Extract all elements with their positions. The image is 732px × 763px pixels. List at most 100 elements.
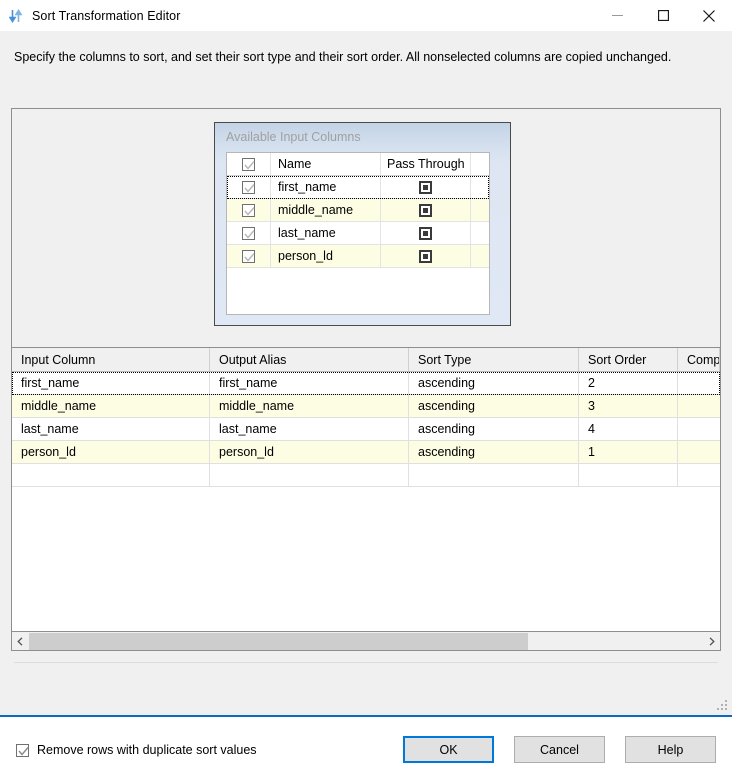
select-all-checkbox[interactable] [242, 157, 255, 171]
header-output-alias[interactable]: Output Alias [210, 348, 409, 371]
row-checkbox[interactable] [242, 226, 255, 240]
checkmark-icon [244, 252, 255, 262]
remove-duplicates-checkbox[interactable] [16, 743, 29, 757]
cell-comparison-flags[interactable] [678, 441, 720, 463]
scrollbar-thumb[interactable] [29, 632, 528, 650]
cell-comparison-flags[interactable] [678, 418, 720, 440]
pass-through-checkbox[interactable] [419, 226, 432, 240]
cell-sort-type[interactable]: ascending [409, 441, 579, 463]
scroll-left-button[interactable] [12, 633, 29, 650]
row-select-cell[interactable] [227, 199, 271, 221]
pass-through-cell[interactable] [381, 176, 471, 198]
pass-through-cell[interactable] [381, 222, 471, 244]
select-all-cell[interactable] [227, 153, 271, 175]
row-tail [471, 222, 489, 244]
available-column-name: middle_name [271, 199, 381, 221]
available-header-pass-through: Pass Through [381, 153, 471, 175]
row-checkbox[interactable] [242, 249, 255, 263]
pass-through-checkbox[interactable] [419, 180, 432, 194]
header-comparison-flags[interactable]: Compa [678, 348, 720, 371]
available-column-row[interactable]: person_ld [227, 245, 489, 268]
row-checkbox[interactable] [242, 180, 255, 194]
cell-sort-order[interactable]: 4 [579, 418, 678, 440]
cell-sort-order[interactable]: 3 [579, 395, 678, 417]
scrollbar-track[interactable] [29, 632, 703, 650]
cell-output-alias[interactable]: last_name [210, 418, 409, 440]
cell-output-alias[interactable]: middle_name [210, 395, 409, 417]
available-column-name: last_name [271, 222, 381, 244]
available-input-columns-grid[interactable]: Name Pass Through first_name middle_name… [226, 152, 490, 315]
cell-output-alias[interactable]: first_name [210, 372, 409, 394]
available-header-name: Name [271, 153, 381, 175]
cell-sort-order[interactable]: 2 [579, 372, 678, 394]
available-columns-header-row: Name Pass Through [227, 153, 489, 176]
cell-input-column[interactable]: middle_name [12, 395, 210, 417]
table-row[interactable]: middle_name middle_name ascending 3 [12, 395, 720, 418]
pass-through-cell[interactable] [381, 245, 471, 267]
cell-output-alias[interactable]: person_ld [210, 441, 409, 463]
window-controls [594, 0, 732, 31]
close-icon [703, 9, 715, 22]
remove-duplicates-checkbox-group[interactable]: Remove rows with duplicate sort values [16, 743, 257, 757]
cell-sort-order[interactable]: 1 [579, 441, 678, 463]
checkmark-icon [18, 746, 29, 756]
row-checkbox[interactable] [242, 203, 255, 217]
maximize-button[interactable] [640, 0, 686, 31]
available-header-tail [471, 153, 489, 175]
dialog-body: Available Input Columns Name Pass Throug… [0, 92, 732, 763]
cancel-button[interactable]: Cancel [514, 736, 605, 763]
row-select-cell[interactable] [227, 222, 271, 244]
horizontal-scrollbar[interactable] [11, 632, 721, 651]
checkmark-icon [244, 183, 255, 193]
row-select-cell[interactable] [227, 245, 271, 267]
checkmark-icon [244, 206, 255, 216]
available-column-row[interactable]: last_name [227, 222, 489, 245]
available-column-name: person_ld [271, 245, 381, 267]
header-sort-type[interactable]: Sort Type [409, 348, 579, 371]
cell-input-column[interactable] [12, 464, 210, 486]
maximize-icon [657, 10, 669, 21]
description-text: Specify the columns to sort, and set the… [14, 50, 672, 64]
row-select-cell[interactable] [227, 176, 271, 198]
cell-input-column[interactable]: first_name [12, 372, 210, 394]
checkmark-icon [244, 229, 255, 239]
pass-through-checkbox[interactable] [419, 249, 432, 263]
sort-grid[interactable]: Input Column Output Alias Sort Type Sort… [11, 347, 721, 632]
new-row-placeholder[interactable] [12, 464, 720, 487]
available-columns-panel: Available Input Columns Name Pass Throug… [11, 108, 721, 348]
minimize-button[interactable] [594, 0, 640, 31]
cell-sort-type[interactable]: ascending [409, 372, 579, 394]
cell-comparison-flags[interactable] [678, 464, 720, 486]
close-button[interactable] [686, 0, 732, 31]
table-row[interactable]: last_name last_name ascending 4 [12, 418, 720, 441]
header-input-column[interactable]: Input Column [12, 348, 210, 371]
row-tail [471, 199, 489, 221]
resize-grip[interactable] [717, 700, 729, 712]
cell-sort-type[interactable]: ascending [409, 418, 579, 440]
available-column-row[interactable]: first_name [227, 176, 489, 199]
cell-input-column[interactable]: person_ld [12, 441, 210, 463]
cell-input-column[interactable]: last_name [12, 418, 210, 440]
table-row[interactable]: person_ld person_ld ascending 1 [12, 441, 720, 464]
ok-button[interactable]: OK [403, 736, 494, 763]
dialog-footer: Remove rows with duplicate sort values O… [0, 663, 732, 763]
window-title: Sort Transformation Editor [32, 8, 181, 23]
cell-sort-order[interactable] [579, 464, 678, 486]
scroll-right-button[interactable] [703, 633, 720, 650]
header-sort-order[interactable]: Sort Order [579, 348, 678, 371]
sort-grid-header-row: Input Column Output Alias Sort Type Sort… [12, 348, 720, 372]
help-button[interactable]: Help [625, 736, 716, 763]
cell-comparison-flags[interactable] [678, 395, 720, 417]
available-column-row[interactable]: middle_name [227, 199, 489, 222]
available-column-name: first_name [271, 176, 381, 198]
cell-output-alias[interactable] [210, 464, 409, 486]
remove-duplicates-label: Remove rows with duplicate sort values [37, 743, 257, 757]
table-row[interactable]: first_name first_name ascending 2 [12, 372, 720, 395]
cell-sort-type[interactable]: ascending [409, 395, 579, 417]
sort-arrows-icon [9, 8, 23, 23]
cell-comparison-flags[interactable] [678, 372, 720, 394]
cell-sort-type[interactable] [409, 464, 579, 486]
pass-through-checkbox[interactable] [419, 203, 432, 217]
pass-through-cell[interactable] [381, 199, 471, 221]
minimize-icon [611, 15, 623, 16]
